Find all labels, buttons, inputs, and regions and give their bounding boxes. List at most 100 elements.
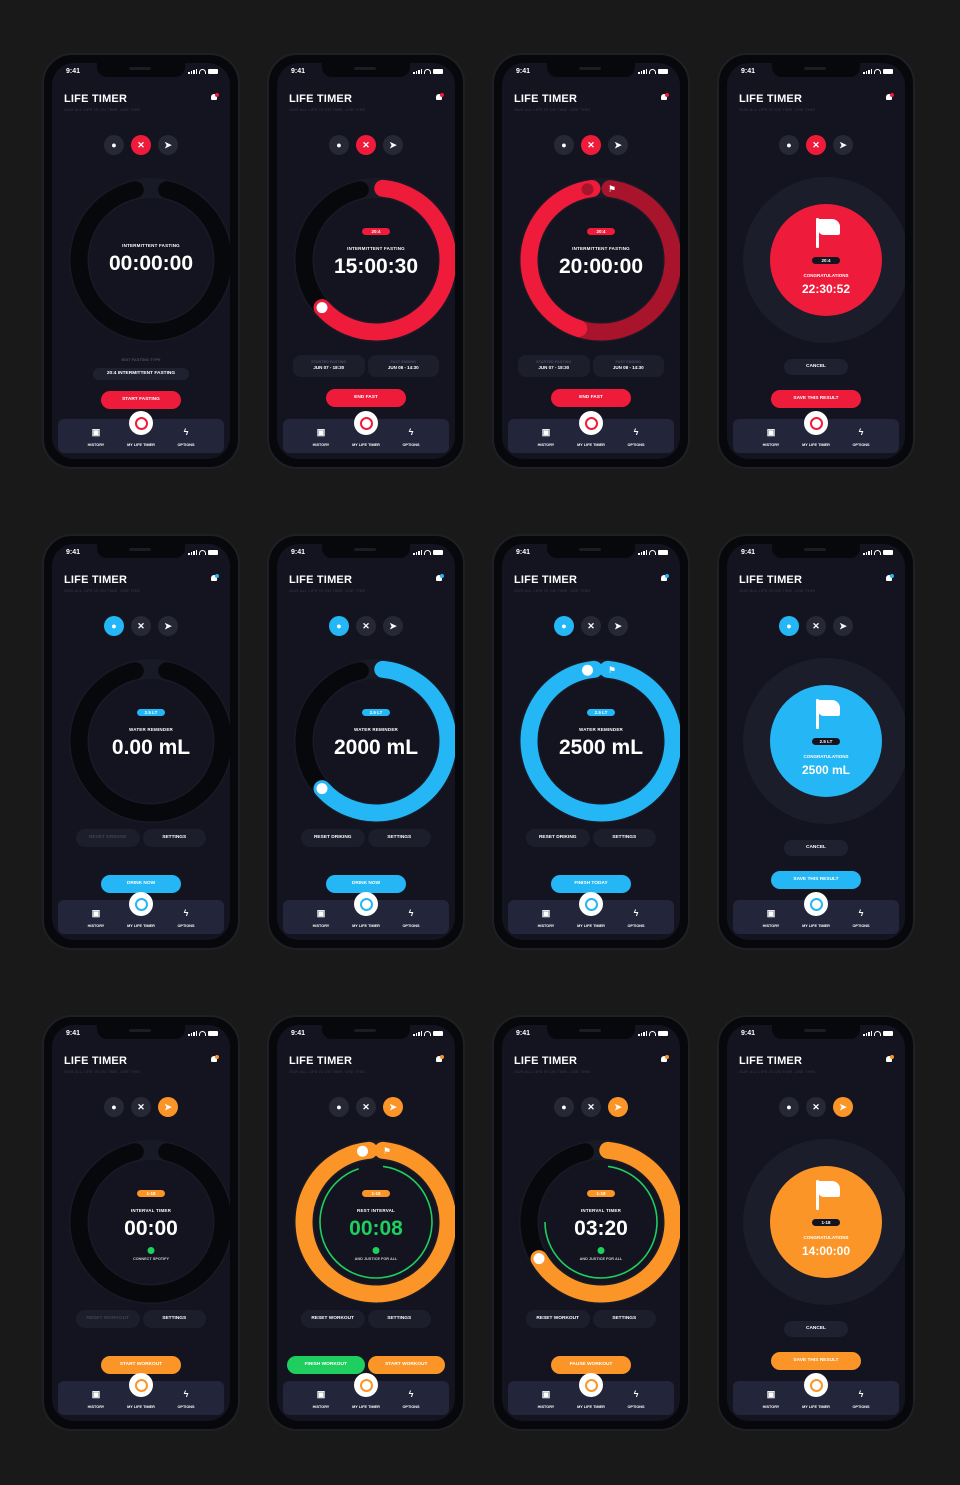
tab-history[interactable]: ▣ HISTORY — [526, 1389, 566, 1409]
tab-history[interactable]: ▣ HISTORY — [526, 427, 566, 447]
fork-knife-icon[interactable]: ✕ — [131, 135, 151, 155]
drop-icon[interactable]: ● — [554, 1097, 574, 1117]
bell-icon[interactable] — [435, 93, 444, 102]
drop-icon[interactable]: ● — [779, 135, 799, 155]
drop-icon[interactable]: ● — [104, 135, 124, 155]
drop-icon[interactable]: ● — [554, 135, 574, 155]
reset-button[interactable]: RESET DRIKING — [301, 829, 365, 847]
runner-icon[interactable]: ➤ — [383, 135, 403, 155]
tab-my-life-timer[interactable] — [579, 411, 603, 435]
runner-icon[interactable]: ➤ — [158, 135, 178, 155]
runner-icon[interactable]: ➤ — [158, 1097, 178, 1117]
spotify-icon[interactable] — [147, 1247, 155, 1254]
tab-history[interactable]: ▣ HISTORY — [526, 908, 566, 928]
tab-options[interactable]: ϟ OPTIONS — [616, 1389, 656, 1409]
runner-icon[interactable]: ➤ — [833, 1097, 853, 1117]
fork-knife-icon[interactable]: ✕ — [806, 135, 826, 155]
tab-my-life-timer[interactable] — [579, 1373, 603, 1397]
reset-button[interactable]: RESET WORKOUT — [301, 1310, 365, 1328]
settings-button[interactable]: SETTINGS — [367, 829, 431, 847]
tab-my-life-timer[interactable] — [579, 892, 603, 916]
primary-action-button[interactable]: START WORKOUT — [101, 1356, 181, 1374]
tab-history[interactable]: ▣ HISTORY — [751, 427, 791, 447]
runner-icon[interactable]: ➤ — [833, 616, 853, 636]
fork-knife-icon[interactable]: ✕ — [131, 1097, 151, 1117]
tab-my-life-timer[interactable] — [129, 892, 153, 916]
tab-options[interactable]: ϟ OPTIONS — [391, 908, 431, 928]
runner-icon[interactable]: ➤ — [383, 1097, 403, 1117]
save-result-button[interactable]: SAVE THIS RESULT — [771, 1352, 861, 1370]
primary-action-button[interactable]: DRINK NOW — [101, 875, 181, 893]
tab-options[interactable]: ϟ OPTIONS — [391, 427, 431, 447]
cancel-button[interactable]: CANCEL — [784, 840, 848, 856]
tab-options[interactable]: ϟ OPTIONS — [841, 1389, 881, 1409]
drop-icon[interactable]: ● — [329, 1097, 349, 1117]
tab-options[interactable]: ϟ OPTIONS — [841, 427, 881, 447]
tab-history[interactable]: ▣ HISTORY — [301, 1389, 341, 1409]
tab-options[interactable]: ϟ OPTIONS — [616, 427, 656, 447]
drop-icon[interactable]: ● — [104, 616, 124, 636]
runner-icon[interactable]: ➤ — [833, 135, 853, 155]
tab-history[interactable]: ▣ HISTORY — [751, 908, 791, 928]
fork-knife-icon[interactable]: ✕ — [806, 616, 826, 636]
save-result-button[interactable]: SAVE THIS RESULT — [771, 390, 861, 408]
tab-options[interactable]: ϟ OPTIONS — [616, 908, 656, 928]
spotify-icon[interactable] — [372, 1247, 380, 1254]
tab-history[interactable]: ▣ HISTORY — [76, 1389, 116, 1409]
runner-icon[interactable]: ➤ — [608, 1097, 628, 1117]
reset-button[interactable]: RESET DRIKING — [76, 829, 140, 847]
settings-button[interactable]: SETTINGS — [142, 829, 206, 847]
fork-knife-icon[interactable]: ✕ — [581, 135, 601, 155]
runner-icon[interactable]: ➤ — [608, 616, 628, 636]
tab-history[interactable]: ▣ HISTORY — [751, 1389, 791, 1409]
tab-history[interactable]: ▣ HISTORY — [301, 427, 341, 447]
settings-button[interactable]: SETTINGS — [367, 1310, 431, 1328]
bell-icon[interactable] — [660, 1055, 669, 1064]
drop-icon[interactable]: ● — [329, 616, 349, 636]
tab-options[interactable]: ϟ OPTIONS — [841, 908, 881, 928]
primary-action-button[interactable]: END FAST — [551, 389, 631, 407]
primary-action-button[interactable]: START FASTING — [101, 391, 181, 409]
tab-my-life-timer[interactable] — [804, 892, 828, 916]
bell-icon[interactable] — [210, 93, 219, 102]
tab-options[interactable]: ϟ OPTIONS — [166, 1389, 206, 1409]
primary-action-button[interactable]: DRINK NOW — [326, 875, 406, 893]
tab-history[interactable]: ▣ HISTORY — [76, 908, 116, 928]
bell-icon[interactable] — [210, 1055, 219, 1064]
fork-knife-icon[interactable]: ✕ — [356, 135, 376, 155]
tab-my-life-timer[interactable] — [804, 1373, 828, 1397]
tab-options[interactable]: ϟ OPTIONS — [391, 1389, 431, 1409]
tab-my-life-timer[interactable] — [354, 1373, 378, 1397]
tab-my-life-timer[interactable] — [354, 892, 378, 916]
bell-icon[interactable] — [885, 93, 894, 102]
tab-my-life-timer[interactable] — [354, 411, 378, 435]
cancel-button[interactable]: CANCEL — [784, 1321, 848, 1337]
tab-options[interactable]: ϟ OPTIONS — [166, 908, 206, 928]
tab-my-life-timer[interactable] — [804, 411, 828, 435]
drop-icon[interactable]: ● — [329, 135, 349, 155]
fork-knife-icon[interactable]: ✕ — [356, 616, 376, 636]
reset-button[interactable]: RESET WORKOUT — [76, 1310, 140, 1328]
bell-icon[interactable] — [435, 1055, 444, 1064]
fork-knife-icon[interactable]: ✕ — [581, 616, 601, 636]
reset-button[interactable]: RESET WORKOUT — [526, 1310, 590, 1328]
fork-knife-icon[interactable]: ✕ — [131, 616, 151, 636]
bell-icon[interactable] — [435, 574, 444, 583]
fasting-type-selector[interactable]: 20:4 INTERMITTENT FASTING — [93, 368, 189, 380]
bell-icon[interactable] — [885, 574, 894, 583]
tab-options[interactable]: ϟ OPTIONS — [166, 427, 206, 447]
tab-history[interactable]: ▣ HISTORY — [301, 908, 341, 928]
settings-button[interactable]: SETTINGS — [592, 1310, 656, 1328]
drop-icon[interactable]: ● — [104, 1097, 124, 1117]
primary-action-button[interactable]: FINISH TODAY — [551, 875, 631, 893]
runner-icon[interactable]: ➤ — [608, 135, 628, 155]
bell-icon[interactable] — [210, 574, 219, 583]
fork-knife-icon[interactable]: ✕ — [806, 1097, 826, 1117]
settings-button[interactable]: SETTINGS — [142, 1310, 206, 1328]
primary-action-button[interactable]: END FAST — [326, 389, 406, 407]
cancel-button[interactable]: CANCEL — [784, 359, 848, 375]
tab-my-life-timer[interactable] — [129, 411, 153, 435]
bell-icon[interactable] — [660, 574, 669, 583]
primary-action-button[interactable]: PAUSE WORKOUT — [551, 1356, 631, 1374]
start-workout-button[interactable]: START WORKOUT — [367, 1356, 445, 1374]
